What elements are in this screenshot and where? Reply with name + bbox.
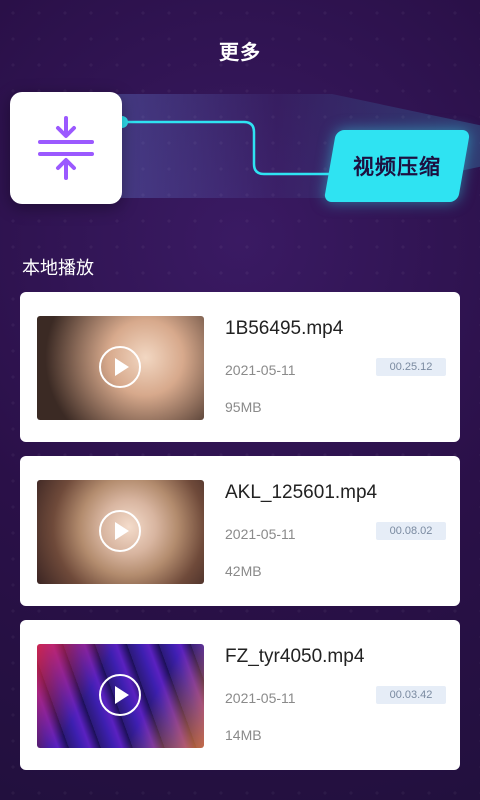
video-size: 95MB [225,399,262,415]
video-name: FZ_tyr4050.mp4 [225,646,365,667]
page-title: 更多 [219,42,261,64]
video-date: 2021-05-11 [225,690,296,706]
play-icon[interactable] [99,346,141,388]
video-name: AKL_125601.mp4 [225,482,378,503]
video-compress-label: 视频压缩 [353,156,441,179]
play-icon[interactable] [99,674,141,716]
video-item[interactable]: AKL_125601.mp4 2021-05-11 00.08.02 42MB [20,456,460,606]
section-title-local-play: 本地播放 [22,258,94,278]
compress-icon-card[interactable] [10,92,122,204]
compress-icon [38,116,94,180]
video-name: 1B56495.mp4 [225,318,344,339]
video-size: 14MB [225,727,262,743]
video-compress-button[interactable]: 视频压缩 [323,130,471,202]
video-thumbnail[interactable] [37,644,204,748]
video-item[interactable]: 1B56495.mp4 2021-05-11 00.25.12 95MB [20,292,460,442]
video-thumbnail[interactable] [37,480,204,584]
video-date: 2021-05-11 [225,526,296,542]
video-duration-badge: 00.03.42 [376,686,446,704]
compress-banner[interactable]: 视频压缩 [0,90,480,206]
play-icon[interactable] [99,510,141,552]
video-item[interactable]: FZ_tyr4050.mp4 2021-05-11 00.03.42 14MB [20,620,460,770]
video-duration-badge: 00.25.12 [376,358,446,376]
video-date: 2021-05-11 [225,362,296,378]
video-size: 42MB [225,563,262,579]
video-thumbnail[interactable] [37,316,204,420]
video-list: 1B56495.mp4 2021-05-11 00.25.12 95MB AKL… [20,292,460,784]
video-duration-badge: 00.08.02 [376,522,446,540]
